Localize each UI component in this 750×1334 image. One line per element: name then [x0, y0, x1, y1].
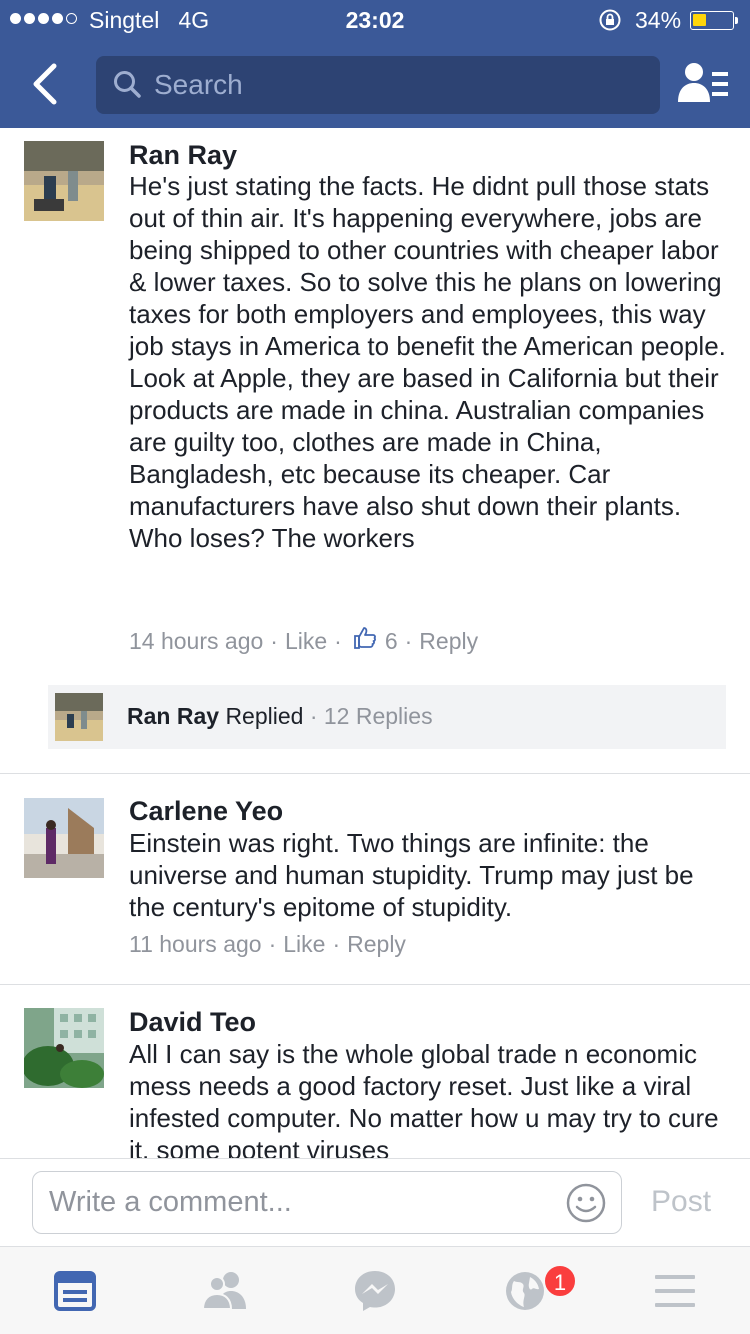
- tab-messenger[interactable]: [352, 1269, 398, 1313]
- search-icon: [112, 69, 142, 104]
- comment-placeholder: Write a comment...: [49, 1186, 292, 1218]
- reply-button[interactable]: Reply: [347, 931, 406, 958]
- avatar[interactable]: [24, 798, 104, 878]
- tab-friends[interactable]: [201, 1269, 248, 1313]
- replies-summary: Ran Ray Replied · 12 Replies: [127, 703, 433, 729]
- like-count[interactable]: 6: [385, 628, 398, 655]
- battery-level: [693, 14, 706, 26]
- status-bar: Singtel 4G 23:02 34%: [0, 0, 750, 40]
- reply-avatar: [55, 693, 103, 741]
- news-feed-icon: [54, 1271, 96, 1311]
- friend-requests-icon: [678, 63, 728, 102]
- friends-icon: [201, 1272, 246, 1310]
- search-input[interactable]: Search: [96, 56, 660, 114]
- comment-text: All I can say is the whole global trade …: [129, 1039, 719, 1158]
- comment-item: Carlene Yeo Einstein was right. Two thin…: [0, 774, 750, 984]
- tab-notifications[interactable]: [502, 1269, 548, 1313]
- chevron-left-icon: [33, 63, 57, 105]
- emoji-icon[interactable]: [565, 1182, 607, 1229]
- like-button[interactable]: Like: [283, 931, 325, 958]
- friend-requests-button[interactable]: [676, 60, 730, 108]
- comment-meta: 14 hours ago · Like · 6 · Reply: [129, 626, 478, 656]
- search-placeholder: Search: [154, 69, 243, 100]
- comment-author[interactable]: Carlene Yeo: [129, 796, 283, 827]
- notification-badge: 1: [543, 1264, 577, 1298]
- comment-composer: Write a comment... Post: [0, 1158, 750, 1246]
- top-bar: Singtel 4G 23:02 34% Search: [0, 0, 750, 128]
- battery-percent: 34%: [635, 7, 682, 33]
- comments-list: Ran Ray He's just stating the facts. He …: [0, 128, 750, 1158]
- comment-input[interactable]: Write a comment...: [32, 1171, 622, 1234]
- comment-author[interactable]: David Teo: [129, 1007, 256, 1038]
- notifications-globe-icon: [506, 1272, 544, 1310]
- menu-icon: [655, 1275, 695, 1307]
- post-button[interactable]: Post: [651, 1185, 711, 1219]
- reply-action: Replied: [225, 703, 304, 729]
- thumbs-up-icon: [353, 626, 377, 656]
- tab-menu[interactable]: [652, 1269, 698, 1313]
- avatar[interactable]: [24, 1008, 104, 1088]
- back-button[interactable]: [22, 58, 70, 110]
- like-button[interactable]: Like: [285, 628, 327, 655]
- comment-author[interactable]: Ran Ray: [129, 140, 237, 171]
- comment-item: David Teo All I can say is the whole glo…: [0, 985, 750, 1158]
- messenger-icon: [355, 1271, 395, 1311]
- comment-timestamp: 11 hours ago: [129, 931, 262, 957]
- reply-button[interactable]: Reply: [419, 628, 478, 655]
- rotation-lock-icon: [598, 8, 622, 38]
- battery-icon: [690, 11, 738, 30]
- comment-meta: 11 hours ago · Like · Reply: [129, 931, 406, 958]
- comment-item: Ran Ray He's just stating the facts. He …: [0, 128, 750, 773]
- comment-timestamp: 14 hours ago: [129, 627, 264, 654]
- tab-bar: 1: [0, 1246, 750, 1334]
- comment-text: Einstein was right. Two things are infin…: [129, 828, 694, 922]
- avatar[interactable]: [24, 141, 104, 221]
- tab-news-feed[interactable]: [52, 1269, 98, 1313]
- comment-text: He's just stating the facts. He didnt pu…: [129, 171, 726, 553]
- view-replies-button[interactable]: Ran Ray Replied · 12 Replies: [48, 685, 726, 749]
- reply-author: Ran Ray: [127, 703, 220, 729]
- reply-count: 12 Replies: [323, 703, 433, 729]
